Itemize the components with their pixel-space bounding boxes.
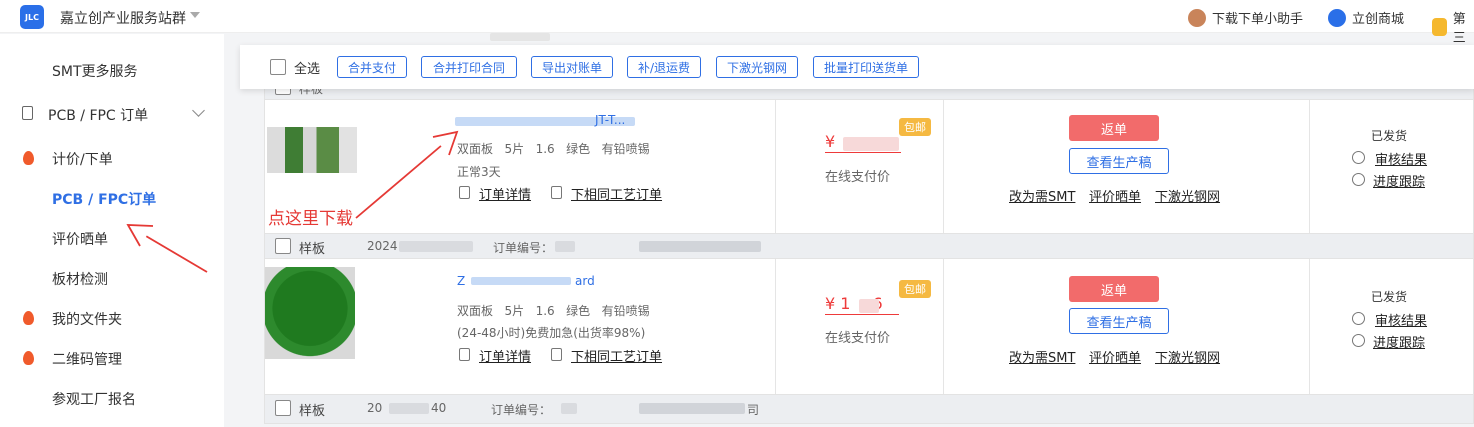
- annotation-arrows: [126, 130, 459, 273]
- app-root: JLC 嘉立创产业服务站群 下载下单小助手 立创商城 第三 SMT更多服务 PC…: [0, 0, 1474, 427]
